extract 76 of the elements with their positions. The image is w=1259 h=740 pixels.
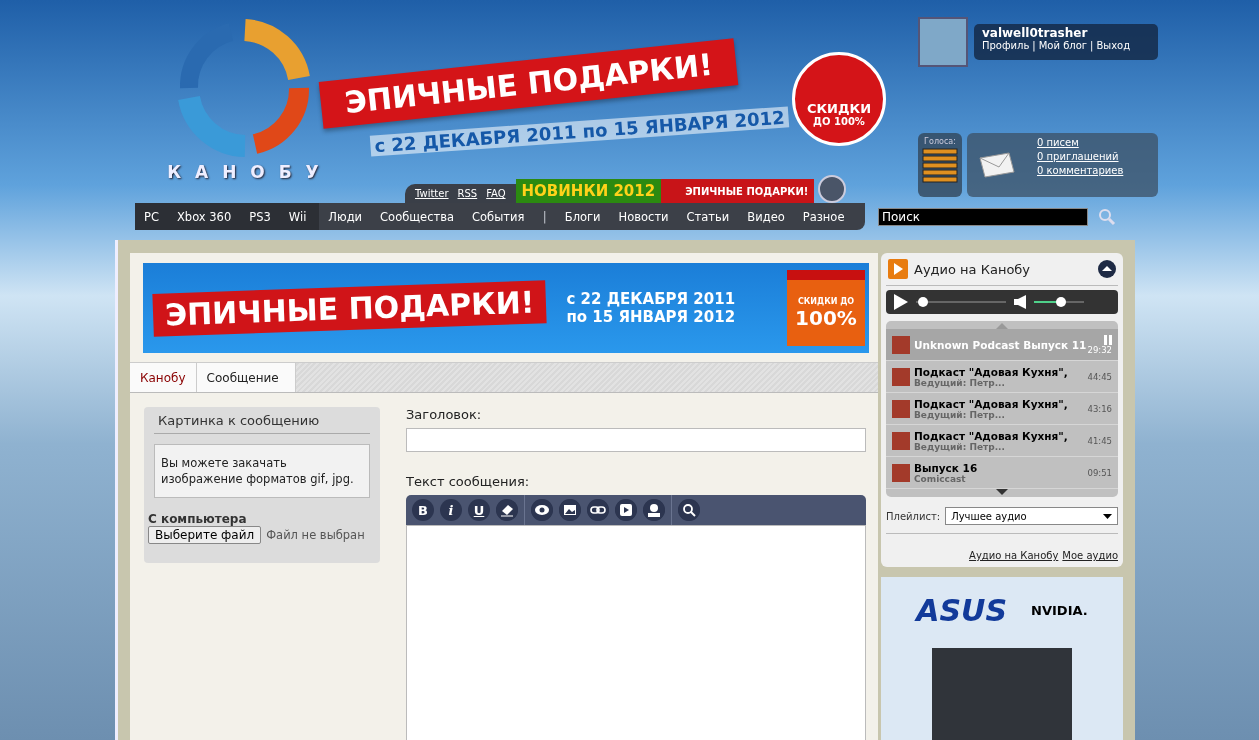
- gifts-tab[interactable]: ЭПИЧНЫЕ ПОДАРКИ!: [661, 179, 815, 203]
- title-input[interactable]: [406, 428, 866, 452]
- username[interactable]: valwell0trasher: [982, 26, 1150, 40]
- banner-title: ЭПИЧНЫЕ ПОДАРКИ!: [152, 279, 548, 337]
- track-item[interactable]: Подкаст "Адовая Кухня", Ведущий: Петр... 43:16: [886, 393, 1118, 425]
- audio-link[interactable]: Аудио на Канобу: [969, 550, 1059, 561]
- messages-link[interactable]: 0 комментариев: [1037, 164, 1124, 178]
- breadcrumb-link[interactable]: Канобу: [130, 363, 197, 392]
- ad-partner: NVIDIA.: [1031, 603, 1088, 618]
- nav-link[interactable]: Сообщества: [371, 209, 464, 224]
- track-item[interactable]: Подкаст "Адовая Кухня", Ведущий: Петр... 41:45: [886, 425, 1118, 457]
- cover-placeholder: [892, 335, 910, 354]
- field-label: Текст сообщения:: [406, 474, 531, 489]
- choose-file-button[interactable]: Выберите файл: [148, 526, 262, 544]
- platform-link[interactable]: Xbox 360: [167, 209, 241, 224]
- nav-link[interactable]: Видео: [738, 209, 794, 224]
- dropdown-icon: [1103, 513, 1112, 519]
- underline-button[interactable]: U: [468, 499, 490, 521]
- nav-separator: |: [541, 209, 548, 224]
- user-link[interactable]: Мой блог: [1038, 40, 1088, 51]
- search-field[interactable]: Поиск: [878, 207, 1088, 226]
- track-item[interactable]: Подкаст "Адовая Кухня", Ведущий: Петр... 44:45: [886, 361, 1118, 393]
- messages-link[interactable]: 0 писем: [1037, 136, 1124, 150]
- user-link[interactable]: Профиль: [982, 40, 1030, 51]
- play-logo-icon: [888, 259, 908, 279]
- promo-banner[interactable]: ЭПИЧНЫЕ ПОДАРКИ! с 22 ДЕКАБРЯ 2011 по 15 ЯНВАРЯ 2012 СКИДКИ ДО 100%: [143, 263, 869, 353]
- upload-hint: Вы можете закачать изображение форматов gif, jpg.: [154, 444, 370, 498]
- nav-link[interactable]: Статьи: [677, 209, 739, 224]
- italic-button[interactable]: i: [440, 499, 462, 521]
- nav-link[interactable]: События: [463, 209, 534, 224]
- progress-thumb[interactable]: [918, 297, 929, 307]
- bold-button[interactable]: B: [412, 499, 434, 521]
- platform-link[interactable]: Wii: [279, 209, 316, 224]
- round-logo-icon[interactable]: [818, 175, 847, 203]
- votes-label: Голоса:: [924, 137, 956, 146]
- header-link[interactable]: Twitter: [415, 188, 449, 199]
- ad-banner[interactable]: ASUS NVIDIA.: [881, 577, 1123, 740]
- field-label: Заголовок:: [406, 407, 483, 422]
- cover-placeholder: [892, 463, 910, 482]
- avatar-placeholder[interactable]: [918, 17, 968, 67]
- envelope-icon: [979, 152, 1015, 178]
- header-link[interactable]: RSS: [457, 188, 478, 199]
- source-label: С компьютера: [148, 512, 248, 526]
- nav-link[interactable]: Блоги: [555, 209, 610, 224]
- playlist-select[interactable]: Лучшее аудио: [945, 507, 1118, 525]
- link-separator: |: [1032, 40, 1036, 51]
- link-separator: |: [1090, 40, 1094, 51]
- file-status: Файл не выбран: [266, 528, 365, 542]
- nav-link[interactable]: Новости: [609, 209, 678, 224]
- collapse-icon[interactable]: [1098, 260, 1116, 278]
- track-item[interactable]: Выпуск 16 Comiccast 09:51: [886, 457, 1118, 489]
- audio-title: Аудио на Канобу: [914, 261, 1031, 277]
- panel-title: Картинка к сообщению: [154, 411, 370, 434]
- cover-placeholder: [892, 367, 910, 386]
- ad-brand: ASUS: [916, 593, 1008, 628]
- vote-bars-icon: [922, 148, 958, 184]
- play-icon[interactable]: [894, 294, 908, 310]
- speaker-icon[interactable]: [1014, 295, 1026, 309]
- platform-link[interactable]: PS3: [240, 209, 280, 224]
- gift-box: СКИДКИ ДО 100%: [787, 270, 865, 346]
- banner-date: с 22 ДЕКАБРЯ 2011: [566, 290, 736, 308]
- user-link[interactable]: Выход: [1096, 40, 1131, 51]
- messages-link[interactable]: 0 приглашений: [1037, 150, 1124, 164]
- cover-placeholder: [892, 399, 910, 418]
- banner-date: по 15 ЯНВАРЯ 2012: [566, 308, 736, 326]
- volume-thumb[interactable]: [1056, 297, 1066, 307]
- nav-link[interactable]: Разное: [793, 209, 854, 224]
- playlist-label: Плейлист:: [886, 510, 941, 522]
- breadcrumb-current: Сообщение: [196, 363, 296, 392]
- scroll-down-icon[interactable]: [996, 489, 1008, 495]
- platform-link[interactable]: PC: [135, 209, 168, 224]
- nav-link[interactable]: Люди: [319, 209, 372, 224]
- header-link[interactable]: FAQ: [486, 188, 506, 199]
- audio-link[interactable]: Мое аудио: [1062, 550, 1118, 561]
- discount-badge: СКИДКИ ДО 100%: [792, 52, 886, 146]
- cover-placeholder: [892, 431, 910, 450]
